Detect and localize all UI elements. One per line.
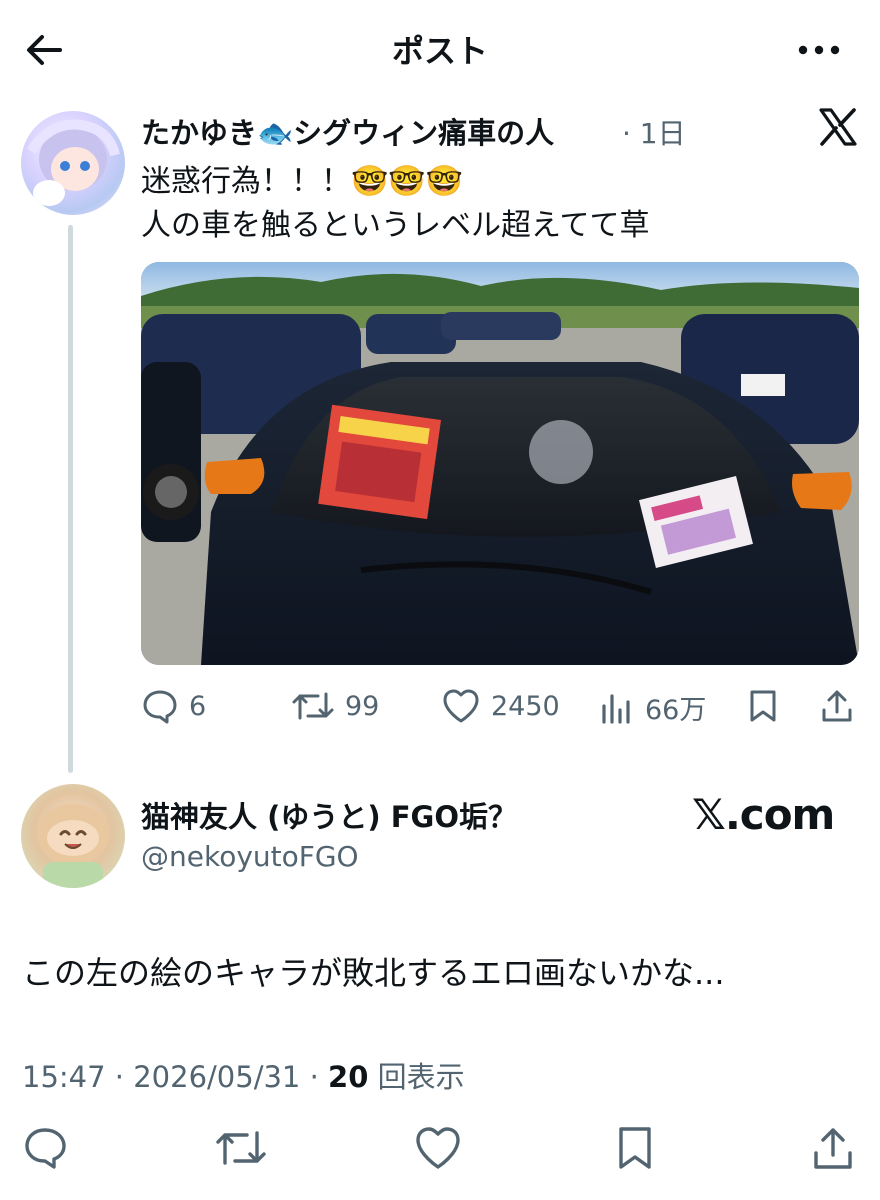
post-text-line: 迷惑行為！！！🤓🤓🤓 [141,164,464,199]
like-icon[interactable] [414,1125,462,1171]
reply-author-name[interactable]: 猫神友人 (ゆうと) FGO垢？ [141,794,517,836]
reply-icon[interactable] [22,1125,68,1171]
like-icon [443,689,479,723]
views-count: 66万 [645,695,707,726]
avatar[interactable] [21,784,125,888]
bottom-action-bar [0,1125,880,1173]
bookmark-icon[interactable] [614,1125,656,1171]
repost-icon [292,692,334,720]
reply-icon [143,690,177,724]
reply-author-handle[interactable]: @nekoyutoFGO [141,840,359,873]
like-button[interactable]: 2450 [441,688,560,724]
repost-count: 99 [345,690,380,722]
bookmark-icon [750,690,776,722]
x-logo-icon [818,108,858,146]
post-meta: 15:47 · 2026/05/31 · 20 回表示 [22,1054,465,1096]
reply-count: 6 [189,690,207,722]
repost-button[interactable]: 99 [291,688,379,724]
post-actions: 6 99 2450 66万 [141,688,859,727]
share-button[interactable] [819,688,855,724]
post-photo[interactable] [141,262,859,665]
thread-line [68,225,73,773]
timestamp: 15:47 · 2026/05/31 · [22,1060,329,1094]
bookmark-button[interactable] [746,688,780,724]
author-name[interactable]: たかゆき🐟シグウィン痛車の人 [141,110,554,152]
views-button[interactable]: 66万 [599,688,706,727]
post-time[interactable]: · 1日 [622,112,686,152]
like-count: 2450 [491,690,560,722]
share-icon [822,690,852,722]
view-label: 回表示 [368,1060,465,1094]
post-text: 迷惑行為！！！🤓🤓🤓 人の車を触るというレベル超えてて草 [141,160,650,248]
page-title: ポスト [391,32,488,70]
view-count: 20 [328,1060,369,1094]
share-icon[interactable] [810,1125,856,1171]
reply-text: この左の絵のキャラが敗北するエロ画ないかな... [22,954,725,992]
more-icon[interactable] [796,30,842,70]
source-label: 𝕏.com [692,790,835,839]
views-icon [602,693,630,724]
reply-button[interactable]: 6 [141,688,206,724]
repost-icon[interactable] [214,1125,268,1171]
post-text-line: 人の車を触るというレベル超えてて草 [141,208,650,243]
avatar[interactable] [21,111,125,215]
